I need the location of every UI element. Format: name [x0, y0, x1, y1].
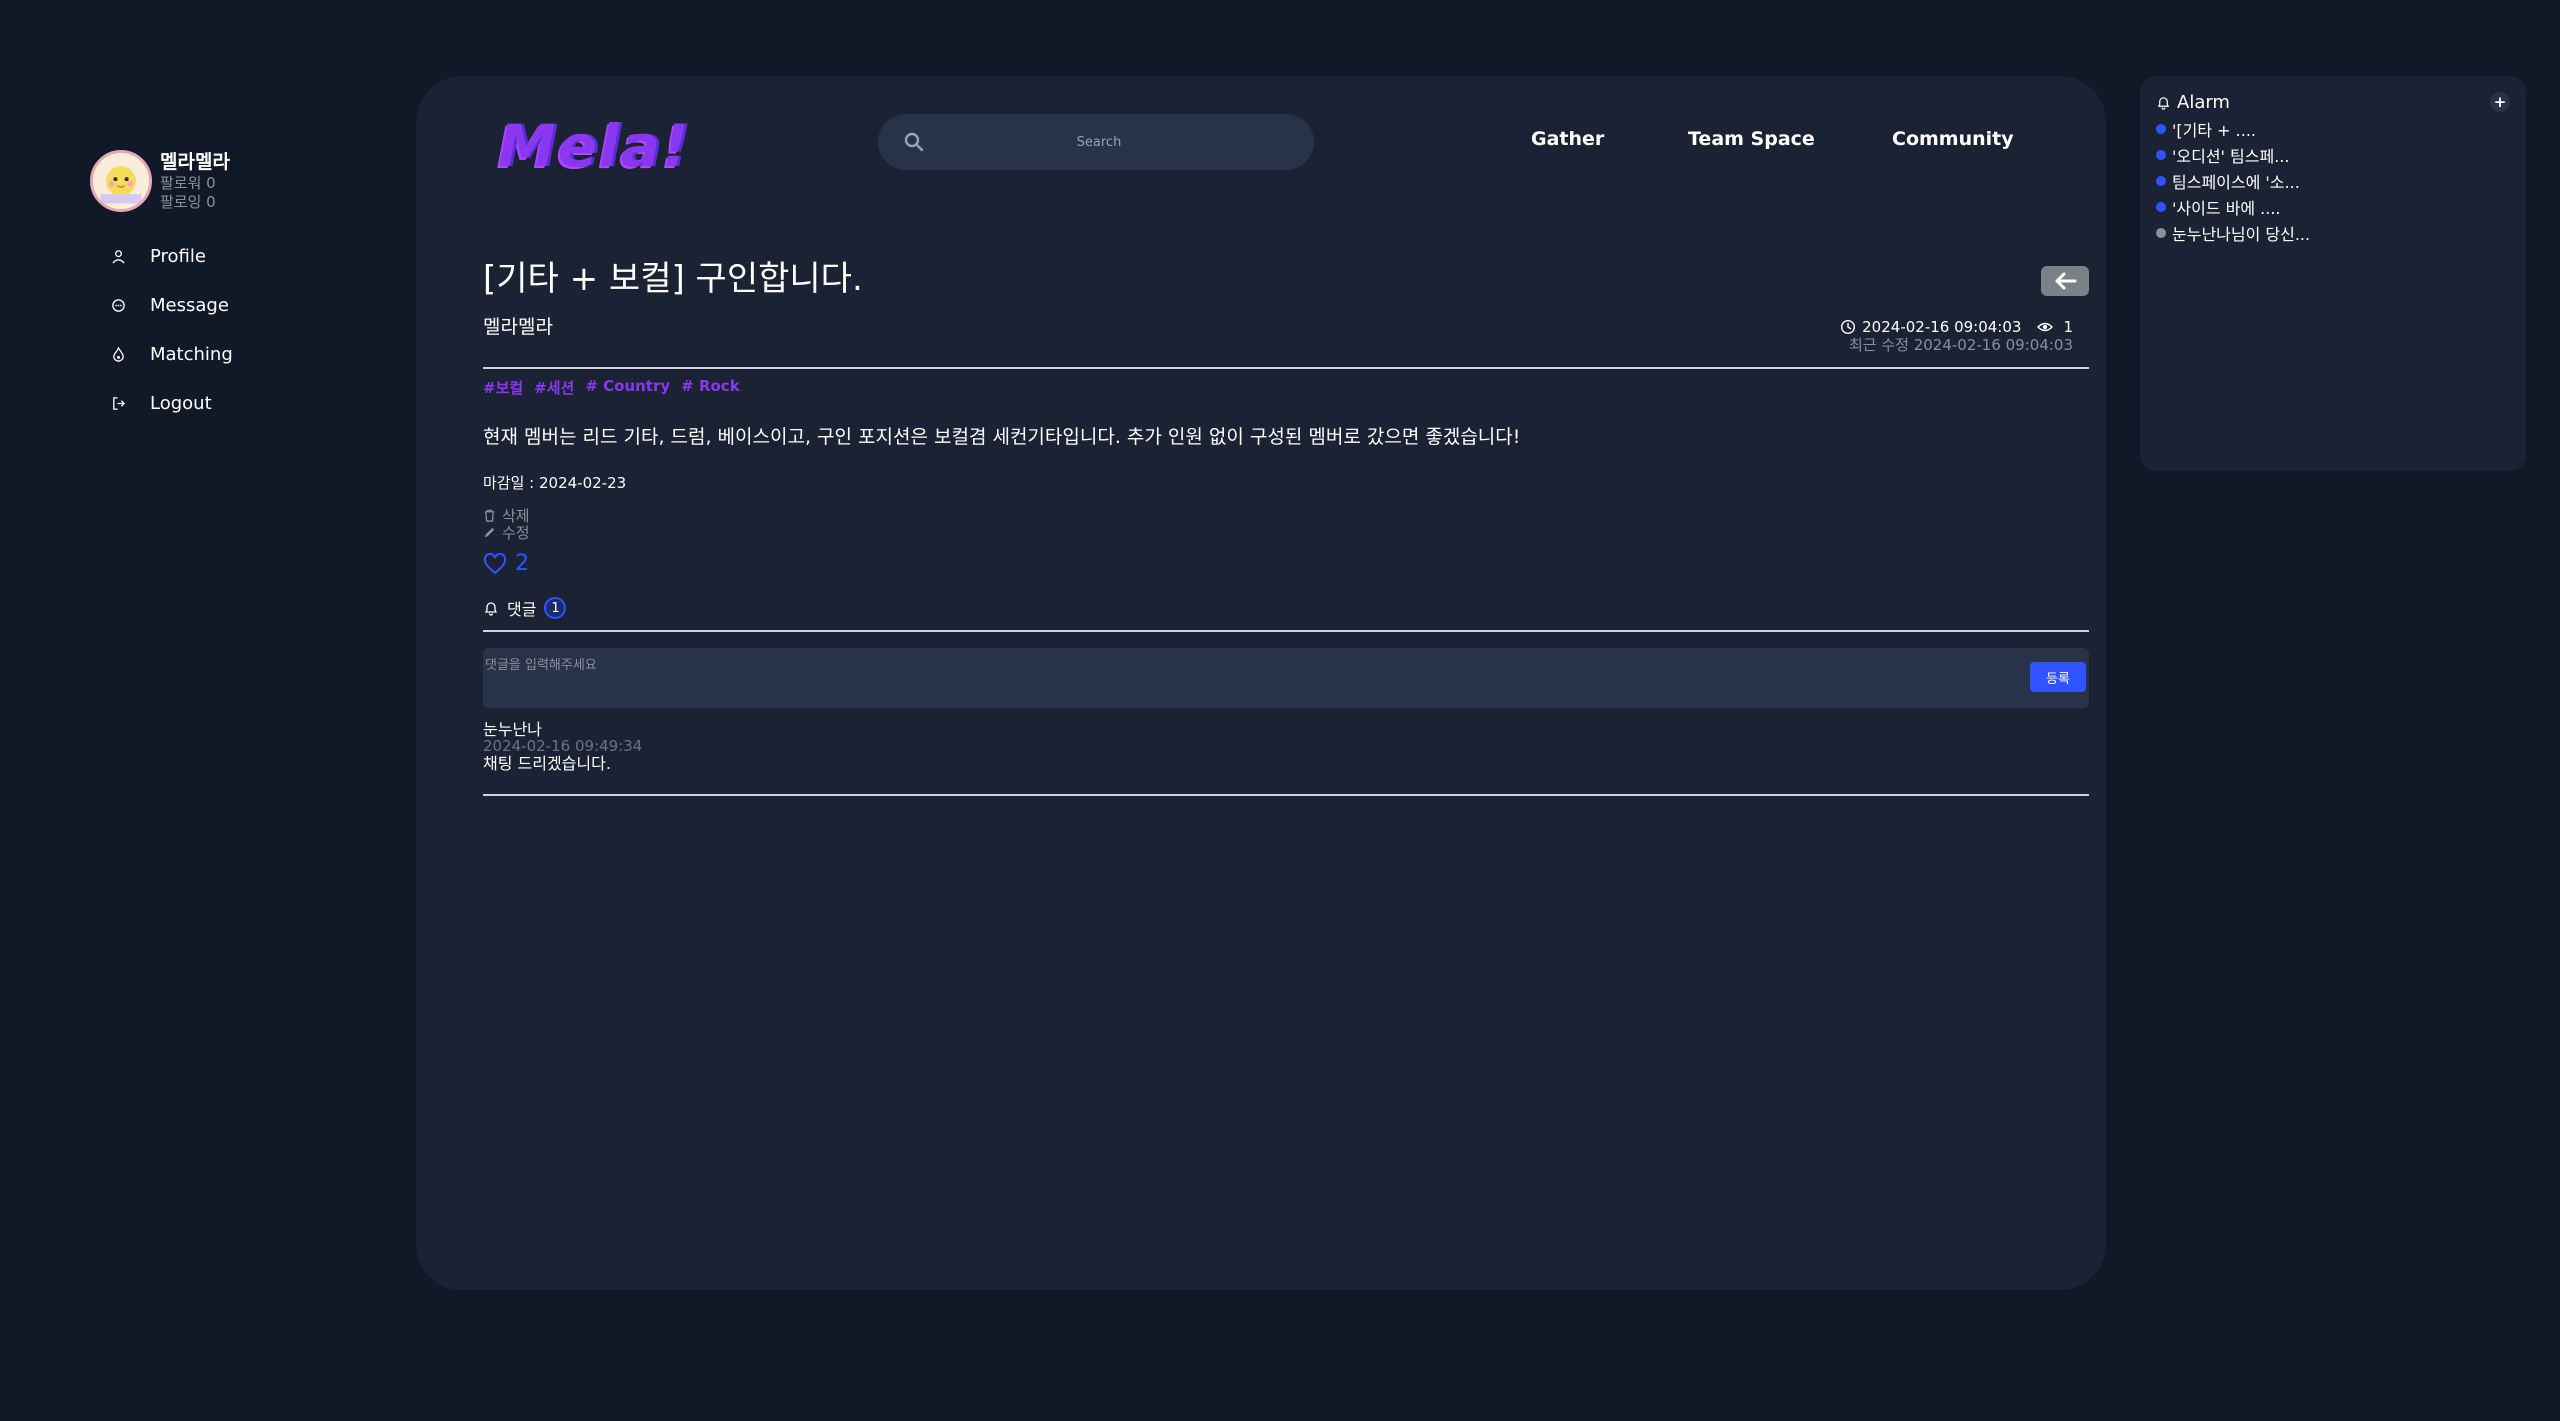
tag-list: #보컬 #세션 # Country # Rock [483, 377, 2089, 398]
unread-dot [2156, 150, 2166, 160]
alarm-title: Alarm [2177, 91, 2230, 113]
post-title: [기타 + 보컬] 구인합니다. [483, 259, 863, 299]
sidebar-item-logout[interactable]: Logout [90, 379, 390, 428]
comment-text: 채팅 드리겠습니다. [483, 754, 611, 773]
top-bar: Mela! Gather Team Space Community [416, 76, 2106, 206]
post-content: 현재 멤버는 리드 기타, 드럼, 베이스이고, 구인 포지션은 보컬겸 세컨기… [483, 426, 1521, 448]
sidebar-nav: Profile Message Matching Logout [90, 232, 390, 428]
user-block[interactable]: 멜라멜라 팔로워 0 팔로잉 0 [90, 150, 390, 212]
comment-item: 눈누난나 2024-02-16 09:49:34 채팅 드리겠습니다. [483, 722, 2089, 773]
comment-input[interactable] [485, 654, 1965, 702]
tag[interactable]: # Rock [681, 377, 740, 398]
eye-icon [2037, 322, 2054, 332]
like-button[interactable]: 2 [483, 551, 2089, 576]
comment-header: 댓글 1 [483, 596, 2089, 620]
alarm-add-button[interactable]: + [2490, 92, 2510, 112]
clock-icon [1841, 319, 1856, 335]
sidebar-item-matching[interactable]: Matching [90, 330, 390, 379]
sidebar-item-label: Logout [150, 393, 212, 414]
unread-dot [2156, 124, 2166, 134]
alarm-text: '[기타 + .... [2172, 121, 2257, 140]
comment-label: 댓글 [507, 600, 537, 619]
alarm-text: 팀스페이스에 '소... [2172, 173, 2300, 192]
trash-icon [484, 509, 495, 522]
like-count: 2 [515, 551, 529, 576]
alarm-item[interactable]: '[기타 + .... [2156, 116, 2510, 142]
alarm-header: Alarm [2156, 90, 2510, 114]
heart-icon [483, 552, 507, 574]
sidebar-item-label: Message [150, 295, 229, 316]
post-detail: [기타 + 보컬] 구인합니다. 멜라멜라 2024-02-16 09:04:0… [483, 256, 2089, 796]
fire-icon [108, 345, 128, 365]
edit-button[interactable]: 수정 [483, 524, 2089, 542]
alarm-item[interactable]: 팀스페이스에 '소... [2156, 168, 2510, 194]
unread-dot [2156, 176, 2166, 186]
post-meta: 2024-02-16 09:04:03 1 최근 수정 2024-02-16 0… [1840, 318, 2073, 354]
search-icon [904, 132, 924, 152]
avatar[interactable] [90, 150, 152, 212]
read-dot [2156, 228, 2166, 238]
chat-icon [108, 296, 128, 316]
sidebar: 멜라멜라 팔로워 0 팔로잉 0 Profile Message Matchin… [90, 150, 390, 428]
bell-icon [2157, 96, 2170, 110]
person-icon [108, 247, 128, 267]
comment-form: 등록 [483, 648, 2089, 708]
edit-label: 수정 [502, 524, 530, 542]
view-count: 1 [2063, 318, 2073, 336]
divider [483, 630, 2089, 632]
user-name: 멜라멜라 [160, 151, 230, 173]
sidebar-item-label: Matching [150, 344, 233, 365]
alarm-panel: Alarm + '[기타 + .... '오디션' 팀스페... 팀스페이스에 … [2140, 76, 2526, 471]
post-modified-time: 최근 수정 2024-02-16 09:04:03 [1848, 336, 2073, 354]
alarm-item[interactable]: '사이드 바에 .... [2156, 194, 2510, 220]
arrow-left-icon [2055, 272, 2077, 290]
alarm-list: '[기타 + .... '오디션' 팀스페... 팀스페이스에 '소... '사… [2156, 116, 2510, 246]
sidebar-item-profile[interactable]: Profile [90, 232, 390, 281]
divider [483, 367, 2089, 369]
bell-icon [484, 602, 498, 616]
post-created-time: 2024-02-16 09:04:03 [1862, 318, 2022, 336]
search-bar[interactable] [878, 114, 1314, 170]
tag[interactable]: #세션 [534, 377, 574, 398]
sidebar-item-message[interactable]: Message [90, 281, 390, 330]
unread-dot [2156, 202, 2166, 212]
tag[interactable]: #보컬 [483, 377, 523, 398]
alarm-item[interactable]: '오디션' 팀스페... [2156, 142, 2510, 168]
nav-gather[interactable]: Gather [1531, 128, 1604, 150]
alarm-text: '오디션' 팀스페... [2172, 147, 2290, 166]
comment-count-badge: 1 [544, 597, 567, 619]
back-button[interactable] [2041, 266, 2089, 296]
alarm-text: '사이드 바에 .... [2172, 199, 2281, 218]
alarm-item[interactable]: 눈누난나님이 당신... [2156, 220, 2510, 246]
delete-button[interactable]: 삭제 [483, 507, 2089, 525]
sidebar-item-label: Profile [150, 246, 206, 267]
comment-time: 2024-02-16 09:49:34 [483, 737, 643, 755]
search-input[interactable] [924, 134, 1274, 150]
logo[interactable]: Mela! [498, 112, 691, 180]
comment-author[interactable]: 눈누난나 [483, 722, 2089, 738]
pencil-icon [484, 527, 495, 538]
logout-icon [108, 394, 128, 414]
tag[interactable]: # Country [585, 377, 670, 398]
main-card: Mela! Gather Team Space Community [기타 + … [416, 76, 2106, 1290]
divider [483, 794, 2089, 796]
nav-team-space[interactable]: Team Space [1688, 128, 1815, 150]
following-count: 팔로잉 0 [160, 193, 216, 211]
alarm-text: 눈누난나님이 당신... [2172, 225, 2311, 244]
post-actions: 삭제 수정 [483, 507, 2089, 542]
follower-count: 팔로워 0 [160, 174, 216, 192]
deadline: 마감일 : 2024-02-23 [483, 474, 627, 492]
comment-submit-button[interactable]: 등록 [2030, 662, 2086, 692]
nav-community[interactable]: Community [1892, 128, 2014, 150]
